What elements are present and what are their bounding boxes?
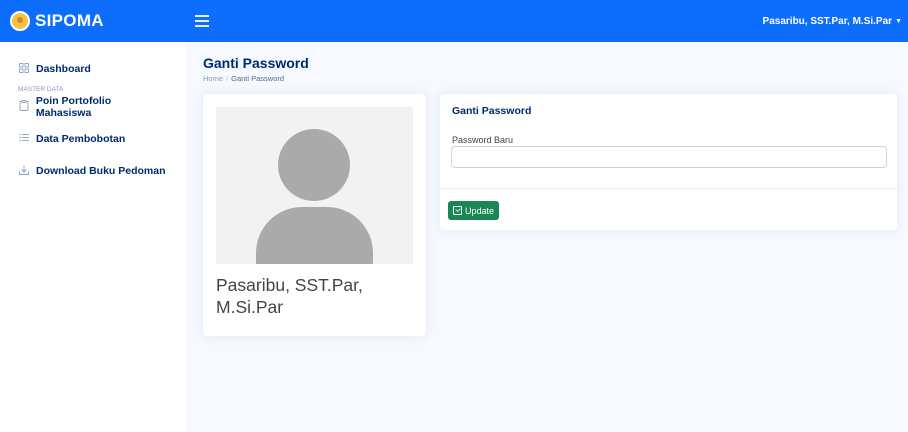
breadcrumb-separator: /	[226, 74, 229, 83]
divider	[440, 188, 897, 189]
download-icon	[18, 165, 30, 178]
breadcrumb-home-link[interactable]: Home	[203, 74, 223, 83]
user-menu[interactable]: Pasaribu, SST.Par, M.Si.Par ▼	[763, 16, 902, 27]
sidebar-item-label: Poin Portofolio Mahasiswa	[35, 95, 112, 119]
sidebar-item-download-buku-pedoman[interactable]: Download Buku Pedoman	[0, 164, 186, 178]
save-icon	[453, 206, 462, 215]
clipboard-icon	[18, 100, 30, 114]
password-label: Password Baru	[452, 135, 514, 145]
profile-card: Pasaribu, SST.Par, M.Si.Par	[203, 94, 426, 336]
breadcrumb: Home / Ganti Password	[203, 74, 284, 83]
sidebar-heading-master-data: MASTER DATA	[18, 86, 64, 93]
sidebar-toggle-icon[interactable]	[195, 13, 215, 29]
update-button[interactable]: Update	[448, 201, 500, 220]
user-name: Pasaribu, SST.Par, M.Si.Par	[762, 15, 893, 27]
user-silhouette-icon	[216, 107, 413, 264]
sidebar-item-label: Dashboard	[36, 63, 91, 75]
sidebar-item-data-pembobotan[interactable]: Data Pembobotan	[0, 132, 186, 146]
change-password-card: Ganti Password Password Baru Update	[440, 94, 897, 230]
sidebar: Dashboard MASTER DATA Poin Portofolio Ma…	[0, 42, 186, 432]
page-title: Ganti Password	[203, 55, 309, 71]
card-title: Ganti Password	[452, 105, 532, 117]
top-header: SIPOMA Pasaribu, SST.Par, M.Si.Par ▼	[0, 0, 908, 42]
sidebar-item-dashboard[interactable]: Dashboard	[0, 62, 186, 76]
logo-icon	[10, 11, 30, 31]
breadcrumb-current: Ganti Password	[231, 74, 285, 83]
list-icon	[18, 133, 30, 145]
sidebar-item-poin-portofolio[interactable]: Poin Portofolio Mahasiswa	[0, 95, 186, 119]
brand-name: SIPOMA	[35, 11, 104, 30]
sidebar-item-label: Download Buku Pedoman	[36, 165, 166, 177]
new-password-input[interactable]	[451, 146, 887, 168]
update-button-label: Update	[465, 205, 495, 216]
grid-icon	[18, 62, 30, 76]
sidebar-item-label: Data Pembobotan	[36, 133, 126, 145]
profile-name: Pasaribu, SST.Par, M.Si.Par	[216, 275, 363, 317]
brand[interactable]: SIPOMA	[0, 0, 186, 42]
caret-down-icon: ▼	[895, 17, 902, 25]
